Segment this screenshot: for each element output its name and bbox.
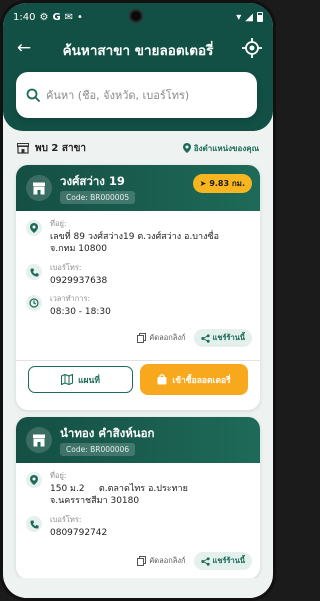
phone-value[interactable]: 0929937638 (50, 275, 107, 287)
hours-row: เวลาทำการ: 08:30 - 18:30 (26, 293, 252, 318)
store-icon (26, 175, 52, 201)
settings-icon: ⚙ (39, 11, 49, 23)
gps-locate-icon[interactable] (241, 37, 263, 59)
battery-icon (257, 12, 263, 22)
phone-label: เบอร์โทร: (50, 263, 82, 272)
search-icon (26, 88, 40, 102)
buy-lottery-button[interactable]: เข้าซื้อลอตเตอรี่ (140, 364, 248, 395)
app-screen: 1:40 ⚙ G ✉ • ▾ ◢ ← ค้นหาสาขา ขายลอตเตอรี… (3, 3, 273, 598)
map-icon (61, 374, 74, 385)
status-time: 1:40 (13, 11, 36, 23)
copy-icon (137, 556, 147, 566)
copy-link-label: คัดลอกลิงก์ (149, 556, 186, 565)
phone-value[interactable]: 0809792742 (50, 527, 107, 539)
phone-icon (26, 516, 42, 532)
share-button[interactable]: แชร์ร้านนี้ (193, 329, 252, 347)
copy-icon (137, 333, 147, 343)
location-pin-icon (26, 472, 42, 488)
back-arrow-icon[interactable]: ← (13, 37, 35, 59)
share-label: แชร์ร้านนี้ (212, 333, 245, 342)
branch-card: นำทอง คำสิงห์นอก Code: BR000006 ที่อยู่:… (16, 417, 260, 579)
phone-row: เบอร์โทร: 0809792742 (26, 514, 252, 539)
phone-frame: 1:40 ⚙ G ✉ • ▾ ◢ ← ค้นหาสาขา ขายลอตเตอรี… (0, 0, 276, 601)
front-camera (129, 9, 143, 23)
shopping-bag-icon (157, 374, 167, 385)
share-icon (200, 333, 210, 343)
store-list-icon (17, 142, 29, 154)
share-button[interactable]: แชร์ร้านนี้ (193, 552, 252, 570)
address-row: ที่อยู่: 150 ม.2 ต.ตลาดไทร อ.ประทาย จ.นค… (26, 470, 252, 507)
branch-name: นำทอง คำสิงห์นอก (60, 426, 155, 440)
address-row: ที่อยู่: เลขที่ 89 วงศ์สว่าง19 ต.วงศ์สว่… (26, 218, 252, 255)
location-pin-icon (26, 220, 42, 236)
address-label: ที่อยู่: (50, 219, 67, 228)
clock-icon (26, 295, 42, 311)
status-bar: 1:40 ⚙ G ✉ • ▾ ◢ (3, 3, 273, 31)
divider (16, 360, 260, 361)
branch-name: วงศ์สว่าง 19 (60, 174, 125, 188)
copy-link-button[interactable]: คัดลอกลิงก์ (137, 332, 186, 344)
phone-icon (26, 264, 42, 280)
search-box[interactable] (16, 72, 257, 118)
share-row: คัดลอกลิงก์ แชร์ร้านนี้ (137, 329, 252, 347)
map-label: แผนที่ (78, 375, 100, 386)
store-icon (26, 427, 52, 453)
hours-label: เวลาทำการ: (50, 294, 91, 303)
bottom-area (3, 578, 273, 598)
copy-link-button[interactable]: คัดลอกลิงก์ (137, 555, 186, 567)
branch-card-header: วงศ์สว่าง 19 Code: BR000005 ➤ 9.83 กม. (16, 165, 260, 211)
mail-icon: ✉ (64, 11, 74, 23)
wifi-icon: ▾ (236, 11, 242, 23)
hours-value: 08:30 - 18:30 (50, 307, 111, 317)
address-value: 150 ม.2 ต.ตลาดไทร อ.ประทาย จ.นครราชสีมา … (50, 484, 191, 506)
distance-badge: ➤ 9.83 กม. (192, 174, 252, 193)
sort-by-location-label: อิงตำแหน่งของคุณ (193, 143, 259, 153)
search-input[interactable] (46, 88, 236, 102)
phone-row: เบอร์โทร: 0929937638 (26, 262, 252, 287)
dot-icon: • (77, 11, 83, 23)
share-label: แชร์ร้านนี้ (212, 556, 245, 565)
phone-label: เบอร์โทร: (50, 515, 82, 524)
signal-icon: ◢ (245, 11, 253, 23)
result-count: พบ 2 สาขา (35, 142, 87, 154)
map-button[interactable]: แผนที่ (28, 366, 133, 393)
branch-card: วงศ์สว่าง 19 Code: BR000005 ➤ 9.83 กม. ท… (16, 165, 260, 410)
copy-link-label: คัดลอกลิงก์ (149, 333, 186, 342)
page-title: ค้นหาสาขา ขายลอตเตอรี่ (62, 43, 214, 59)
share-row: คัดลอกลิงก์ แชร์ร้านนี้ (137, 552, 252, 570)
google-icon: G (52, 11, 61, 23)
address-value: เลขที่ 89 วงศ์สว่าง19 ต.วงศ์สว่าง อ.บางซ… (50, 232, 219, 254)
branch-code: Code: BR000005 (60, 191, 136, 204)
header: ← ค้นหาสาขา ขายลอตเตอรี่ (3, 31, 273, 131)
result-bar: พบ 2 สาขา อิงตำแหน่งของคุณ (3, 131, 273, 165)
distance-value: 9.83 กม. (209, 179, 245, 188)
share-icon (200, 556, 210, 566)
location-pin-icon (182, 143, 191, 153)
branch-code: Code: BR000006 (60, 443, 136, 456)
branch-card-header: นำทอง คำสิงห์นอก Code: BR000006 (16, 417, 260, 463)
address-label: ที่อยู่: (50, 471, 67, 480)
buy-lottery-label: เข้าซื้อลอตเตอรี่ (172, 375, 231, 386)
navigation-arrow-icon: ➤ (199, 179, 207, 188)
